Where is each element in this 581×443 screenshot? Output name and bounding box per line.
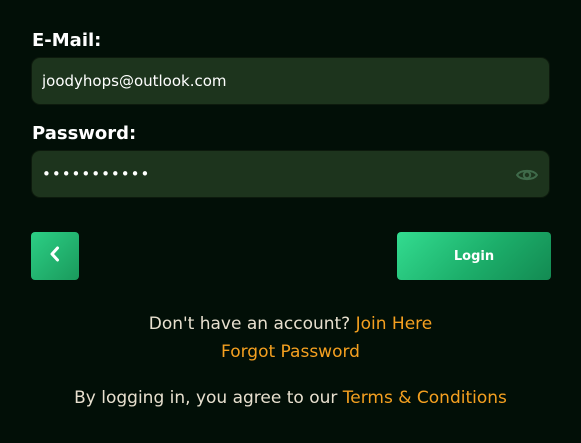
- terms-prefix-text: By logging in, you agree to our: [74, 388, 338, 408]
- password-field[interactable]: [42, 151, 502, 197]
- no-account-text: Don't have an account?: [148, 314, 351, 334]
- email-label: E-Mail:: [32, 30, 102, 51]
- chevron-left-icon: [48, 245, 62, 267]
- forgot-password-row: Forgot Password: [0, 342, 581, 362]
- email-field-container: [31, 57, 550, 105]
- forgot-password-link[interactable]: Forgot Password: [221, 342, 360, 362]
- password-field-container: [31, 150, 550, 198]
- terms-link[interactable]: Terms & Conditions: [343, 388, 507, 408]
- back-button[interactable]: [31, 232, 79, 280]
- eye-icon[interactable]: [515, 164, 539, 186]
- email-field[interactable]: [42, 58, 502, 104]
- join-here-link[interactable]: Join Here: [356, 314, 433, 334]
- login-button[interactable]: Login: [397, 232, 551, 280]
- password-label: Password:: [32, 123, 137, 144]
- signup-prompt: Don't have an account? Join Here: [0, 314, 581, 334]
- terms-notice: By logging in, you agree to our Terms & …: [0, 388, 581, 408]
